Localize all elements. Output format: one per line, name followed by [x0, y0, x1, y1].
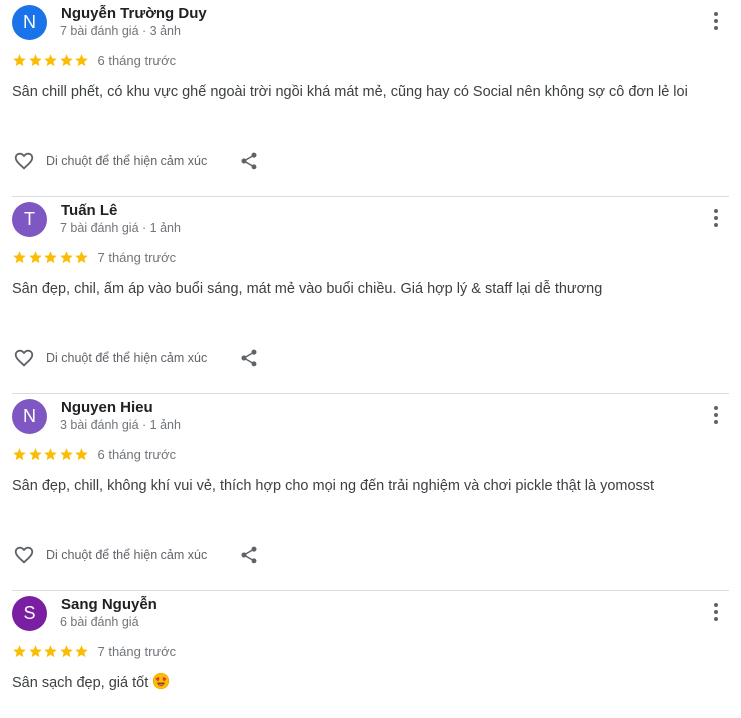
star-rating — [12, 447, 90, 462]
review-date: 7 tháng trước — [97, 643, 177, 659]
more-vert-icon[interactable] — [706, 404, 726, 428]
star-icon — [13, 53, 26, 66]
star-icon — [28, 53, 42, 66]
reaction-hint: Di chuột để thể hiện cảm xúc — [46, 154, 208, 168]
review-card: N Nguyễn Trường Duy 7 bài đánh giá · 3 ả… — [0, 0, 741, 197]
reviewer-name[interactable]: Nguyen Hieu — [61, 399, 153, 416]
star-icon — [75, 644, 88, 657]
star-icon — [44, 644, 57, 657]
more-vert-icon[interactable] — [706, 207, 726, 231]
reviewer-meta: 3 bài đánh giá · 1 ảnh — [60, 418, 181, 432]
rating-row: 7 tháng trước — [12, 642, 176, 660]
share-icon[interactable] — [239, 347, 259, 369]
review-text: Sân đẹp, chil, ấm áp vào buổi sáng, mát … — [12, 281, 603, 297]
star-icon — [28, 644, 42, 657]
avatar[interactable]: S — [12, 596, 47, 631]
star-icon — [75, 53, 88, 66]
star-icon — [13, 250, 26, 263]
more-vert-icon[interactable] — [706, 601, 726, 625]
star-icon — [59, 53, 73, 66]
heart-outline-icon[interactable] — [12, 544, 36, 566]
review-text-row: Sân sạch đẹp, giá tốt — [12, 672, 723, 695]
star-rating — [12, 644, 90, 659]
star-icon — [13, 644, 26, 657]
review-date: 6 tháng trước — [97, 446, 177, 462]
star-icon — [59, 447, 73, 460]
rating-row: 6 tháng trước — [12, 51, 176, 69]
star-icon — [28, 250, 42, 263]
review-date: 6 tháng trước — [97, 52, 177, 68]
review-card: N Nguyen Hieu 3 bài đánh giá · 1 ảnh 6 t… — [0, 394, 741, 591]
star-icon — [75, 447, 88, 460]
star-rating — [12, 53, 90, 68]
review-text: Sân chill phết, có khu vực ghế ngoài trờ… — [12, 84, 688, 100]
star-icon — [59, 644, 73, 657]
rating-row: 7 tháng trước — [12, 248, 176, 266]
heart-outline-icon[interactable] — [12, 150, 36, 172]
star-rating — [12, 250, 90, 265]
review-card: S Sang Nguyễn 6 bài đánh giá 7 tháng trư… — [0, 591, 741, 718]
review-card: T Tuấn Lê 7 bài đánh giá · 1 ảnh 7 tháng… — [0, 197, 741, 394]
reviews-list: N Nguyễn Trường Duy 7 bài đánh giá · 3 ả… — [0, 0, 741, 718]
more-vert-icon[interactable] — [706, 10, 726, 34]
reviewer-meta: 7 bài đánh giá · 1 ảnh — [60, 221, 181, 235]
star-icon — [44, 53, 57, 66]
reviewer-meta: 7 bài đánh giá · 3 ảnh — [60, 24, 181, 38]
review-text: Sân sạch đẹp, giá tốt — [12, 675, 149, 691]
reviewer-meta: 6 bài đánh giá — [60, 615, 139, 629]
review-actions: Di chuột để thể hiện cảm xúc — [12, 149, 259, 173]
review-actions: Di chuột để thể hiện cảm xúc — [12, 346, 259, 370]
review-actions: Di chuột để thể hiện cảm xúc — [12, 543, 259, 567]
star-icon — [28, 447, 42, 460]
star-icon — [13, 447, 26, 460]
share-icon[interactable] — [239, 544, 259, 566]
heart-eyes-emoji-icon — [153, 672, 170, 690]
review-date: 7 tháng trước — [97, 249, 177, 265]
review-text: Sân đẹp, chill, không khí vui vẻ, thích … — [12, 478, 655, 494]
heart-outline-icon[interactable] — [12, 347, 36, 369]
reviewer-name[interactable]: Tuấn Lê — [61, 202, 117, 219]
avatar[interactable]: N — [12, 5, 47, 40]
star-icon — [44, 447, 57, 460]
rating-row: 6 tháng trước — [12, 445, 176, 463]
reviewer-name[interactable]: Sang Nguyễn — [61, 596, 157, 613]
star-icon — [44, 250, 57, 263]
reaction-hint: Di chuột để thể hiện cảm xúc — [46, 548, 208, 562]
star-icon — [59, 250, 73, 263]
share-icon[interactable] — [239, 150, 259, 172]
avatar[interactable]: N — [12, 399, 47, 434]
reviewer-name[interactable]: Nguyễn Trường Duy — [61, 5, 207, 22]
reaction-hint: Di chuột để thể hiện cảm xúc — [46, 351, 208, 365]
avatar[interactable]: T — [12, 202, 47, 237]
star-icon — [75, 250, 88, 263]
